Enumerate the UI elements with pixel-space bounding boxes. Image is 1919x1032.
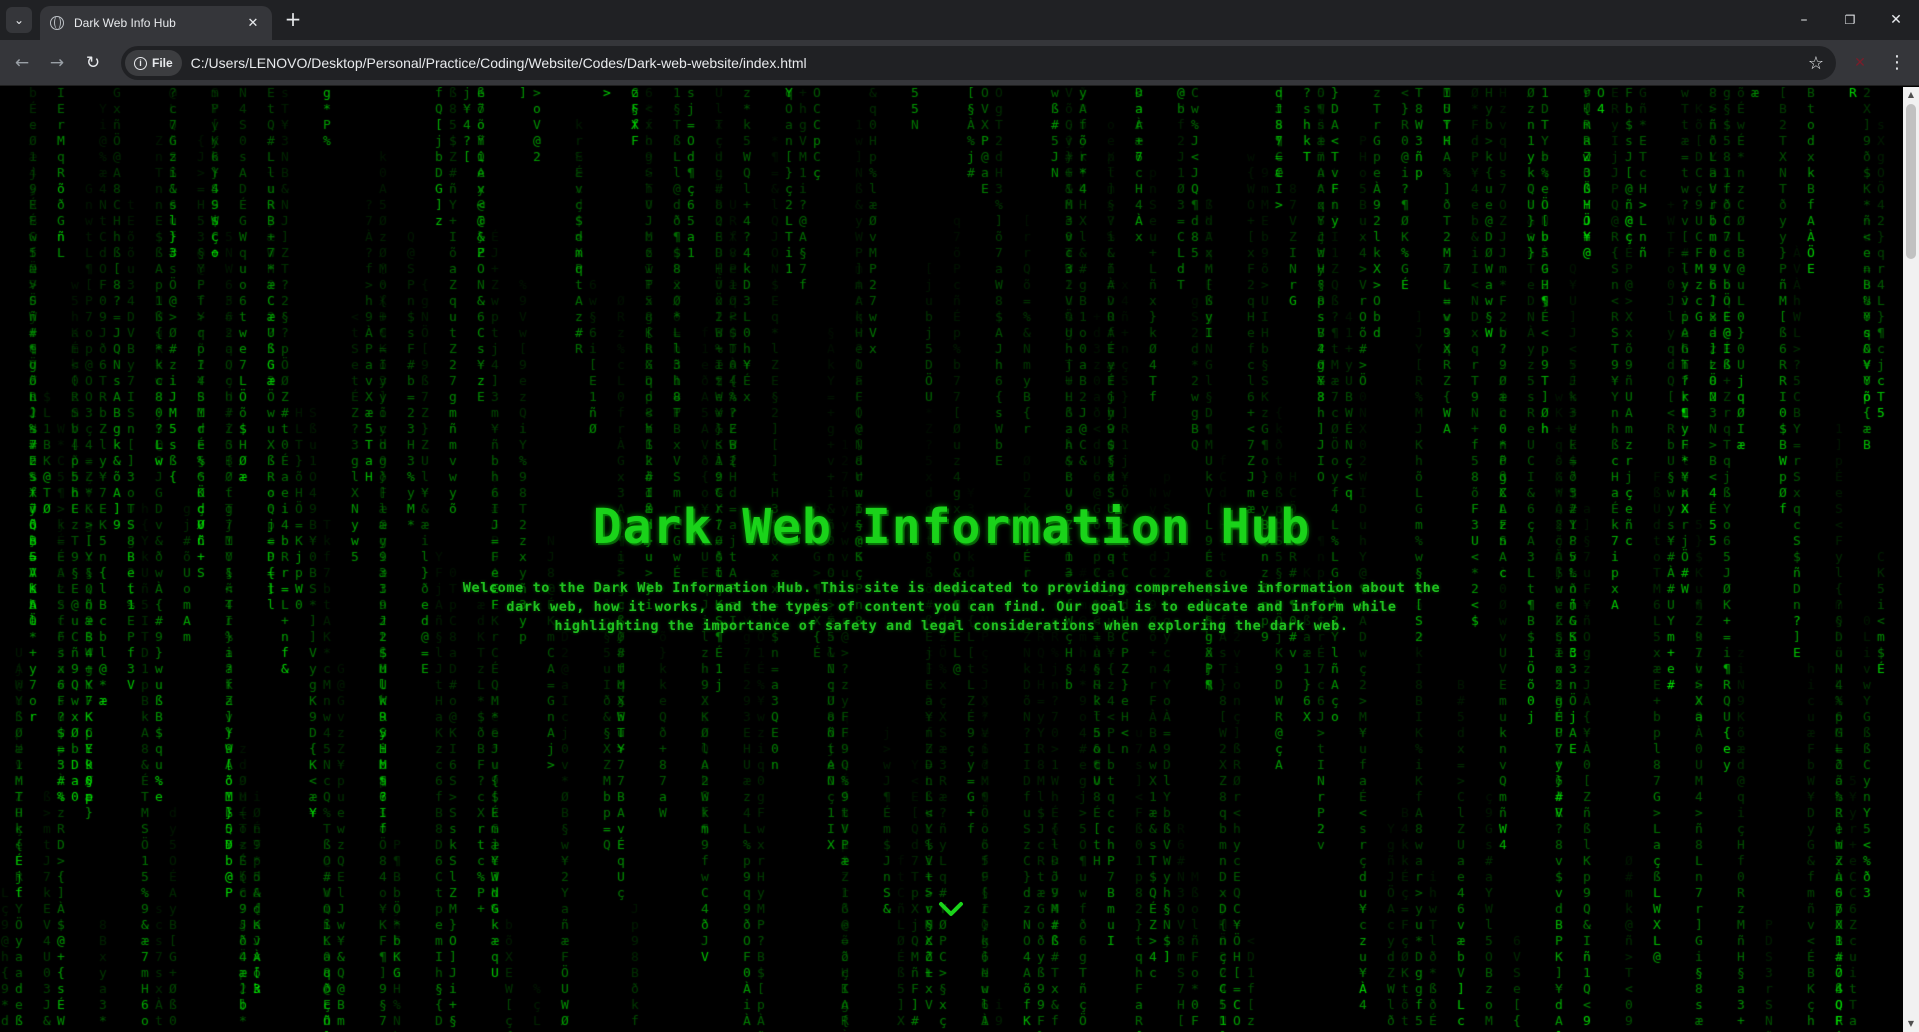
intro-paragraph: Welcome to the Dark Web Information Hub.… [462, 580, 1441, 634]
hero-section: Dark Web Information Hub Welcome to the … [0, 87, 1903, 1032]
browser-tab[interactable]: Dark Web Info Hub ✕ [40, 6, 272, 40]
tab-strip: ⌄ Dark Web Info Hub ✕ + – ❐ ✕ [0, 0, 1919, 40]
minimize-button[interactable]: – [1792, 8, 1816, 32]
page-viewport: Dark Web Information Hub Welcome to the … [0, 87, 1903, 1032]
address-bar[interactable]: i File C:/Users/LENOVO/Desktop/Personal/… [121, 46, 1836, 80]
globe-icon [50, 16, 64, 30]
tab-list-button[interactable]: ⌄ [6, 7, 32, 33]
page-title: Dark Web Information Hub [592, 499, 1311, 555]
extension-icon[interactable]: ✕ [1850, 53, 1870, 73]
vertical-scrollbar[interactable]: ▲ ▼ [1903, 87, 1919, 1032]
chevron-down-icon: ⌄ [13, 13, 25, 27]
scroll-up-arrow-icon[interactable]: ▲ [1903, 87, 1919, 103]
site-info-chip[interactable]: i File [125, 50, 182, 76]
reload-button[interactable]: ↻ [81, 51, 105, 75]
more-vert-icon[interactable]: ⋮ [1886, 51, 1908, 75]
restore-button[interactable]: ❐ [1838, 8, 1862, 32]
url-text[interactable]: C:/Users/LENOVO/Desktop/Personal/Practic… [191, 55, 1808, 71]
window-close-button[interactable]: ✕ [1884, 8, 1908, 32]
forward-button[interactable]: → [45, 51, 69, 75]
info-icon: i [134, 56, 147, 70]
scroll-down-arrow-icon[interactable]: ▼ [1903, 1016, 1919, 1032]
star-icon[interactable]: ☆ [1808, 53, 1824, 74]
scroll-thumb[interactable] [1906, 104, 1916, 259]
site-chip-label: File [152, 56, 173, 70]
back-button[interactable]: ← [10, 51, 34, 75]
browser-toolbar: ← → ↻ i File C:/Users/LENOVO/Desktop/Per… [0, 40, 1919, 86]
chevron-down-icon[interactable] [937, 899, 965, 919]
tab-close-icon[interactable]: ✕ [244, 16, 262, 31]
new-tab-button[interactable]: + [282, 9, 304, 31]
tab-title: Dark Web Info Hub [74, 16, 176, 30]
